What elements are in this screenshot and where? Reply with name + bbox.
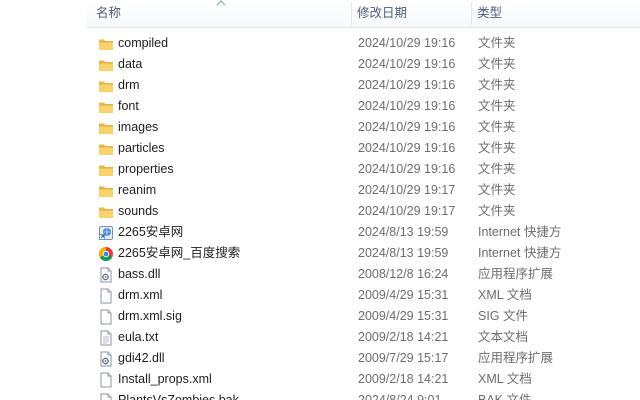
- column-divider[interactable]: [351, 2, 352, 25]
- file-type: SIG 文件: [478, 309, 529, 323]
- file-row[interactable]: drm.xml.sig 2009/4/29 15:31 SIG 文件: [86, 306, 640, 327]
- file-row[interactable]: gdi42.dll 2009/7/29 15:17 应用程序扩展: [86, 348, 640, 369]
- internet-shortcut-icon: [98, 225, 114, 241]
- file-name: reanim: [118, 183, 157, 197]
- file-modified-date: 2024/10/29 19:16: [358, 120, 456, 134]
- folder-icon: [98, 57, 114, 73]
- file-name: font: [118, 99, 139, 113]
- file-modified-date: 2009/2/18 14:21: [358, 372, 449, 386]
- folder-icon: [98, 204, 114, 220]
- folder-icon: [98, 183, 114, 199]
- file-modified-date: 2024/10/29 19:16: [358, 141, 456, 155]
- column-header: 名称 修改日期 类型: [86, 0, 640, 28]
- file-row[interactable]: font 2024/10/29 19:16 文件夹: [86, 96, 640, 117]
- sort-ascending-icon: [216, 0, 226, 6]
- blank-file-icon: [98, 393, 114, 400]
- dll-file-icon: [98, 267, 114, 283]
- file-row[interactable]: drm.xml 2009/4/29 15:31 XML 文档: [86, 285, 640, 306]
- file-row[interactable]: images 2024/10/29 19:16 文件夹: [86, 117, 640, 138]
- file-name: 2265安卓网: [118, 225, 184, 239]
- file-type: 文件夹: [478, 183, 516, 197]
- folder-icon: [98, 99, 114, 115]
- file-name: images: [118, 120, 159, 134]
- file-row[interactable]: PlantsVsZombies.bak 2024/8/24 9:01 BAK 文件: [86, 390, 640, 400]
- column-header-type[interactable]: 类型: [477, 0, 567, 27]
- file-name: PlantsVsZombies.bak: [118, 393, 239, 400]
- file-row[interactable]: Install_props.xml 2009/2/18 14:21 XML 文档: [86, 369, 640, 390]
- file-type: 文件夹: [478, 141, 516, 155]
- dll-file-icon: [98, 351, 114, 367]
- file-type: 文件夹: [478, 57, 516, 71]
- file-row[interactable]: 2265安卓网_百度搜索 2024/8/13 19:59 Internet 快捷方: [86, 243, 640, 264]
- file-modified-date: 2009/4/29 15:31: [358, 288, 449, 302]
- text-file-icon: [98, 330, 114, 346]
- file-type: 文件夹: [478, 204, 516, 218]
- file-type: Internet 快捷方: [478, 225, 562, 239]
- file-type: XML 文档: [478, 288, 532, 302]
- file-name: compiled: [118, 36, 169, 50]
- file-name: bass.dll: [118, 267, 161, 281]
- file-name: data: [118, 57, 143, 71]
- column-header-date[interactable]: 修改日期: [357, 0, 467, 27]
- file-row[interactable]: data 2024/10/29 19:16 文件夹: [86, 54, 640, 75]
- file-row[interactable]: drm 2024/10/29 19:16 文件夹: [86, 75, 640, 96]
- file-name: sounds: [118, 204, 159, 218]
- file-modified-date: 2009/2/18 14:21: [358, 330, 449, 344]
- file-name: drm: [118, 78, 140, 92]
- folder-icon: [98, 78, 114, 94]
- chrome-shortcut-icon: [98, 246, 114, 262]
- file-modified-date: 2024/10/29 19:16: [358, 99, 456, 113]
- folder-icon: [98, 162, 114, 178]
- document-icon: [98, 372, 114, 388]
- file-type: Internet 快捷方: [478, 246, 562, 260]
- file-row[interactable]: sounds 2024/10/29 19:17 文件夹: [86, 201, 640, 222]
- file-modified-date: 2008/12/8 16:24: [358, 267, 449, 281]
- file-modified-date: 2024/10/29 19:17: [358, 204, 456, 218]
- file-type: 文件夹: [478, 120, 516, 134]
- document-icon: [98, 288, 114, 304]
- file-type: 应用程序扩展: [478, 267, 554, 281]
- file-modified-date: 2024/10/29 19:16: [358, 78, 456, 92]
- file-modified-date: 2024/10/29 19:17: [358, 183, 456, 197]
- folder-icon: [98, 141, 114, 157]
- folder-icon: [98, 120, 114, 136]
- file-row[interactable]: eula.txt 2009/2/18 14:21 文本文档: [86, 327, 640, 348]
- file-type: 文件夹: [478, 99, 516, 113]
- file-modified-date: 2024/10/29 19:16: [358, 36, 456, 50]
- file-type: BAK 文件: [478, 393, 532, 400]
- file-name: drm.xml.sig: [118, 309, 182, 323]
- file-type: 文件夹: [478, 78, 516, 92]
- file-row[interactable]: 2265安卓网 2024/8/13 19:59 Internet 快捷方: [86, 222, 640, 243]
- folder-icon: [98, 36, 114, 52]
- file-modified-date: 2024/8/24 9:01: [358, 393, 442, 400]
- file-name: eula.txt: [118, 330, 159, 344]
- file-modified-date: 2024/8/13 19:59: [358, 225, 449, 239]
- file-list-pane: 名称 修改日期 类型 compiled 2024/10/29 19:16 文件夹 da…: [86, 0, 640, 400]
- file-type: 文件夹: [478, 36, 516, 50]
- file-modified-date: 2009/7/29 15:17: [358, 351, 449, 365]
- blank-file-icon: [98, 309, 114, 325]
- file-type: 应用程序扩展: [478, 351, 554, 365]
- file-row[interactable]: compiled 2024/10/29 19:16 文件夹: [86, 33, 640, 54]
- file-type: 文件夹: [478, 162, 516, 176]
- file-name: drm.xml: [118, 288, 163, 302]
- file-type: 文本文档: [478, 330, 529, 344]
- file-list: compiled 2024/10/29 19:16 文件夹 data 2024/10/2…: [86, 33, 640, 400]
- file-name: Install_props.xml: [118, 372, 212, 386]
- file-name: particles: [118, 141, 165, 155]
- file-modified-date: 2009/4/29 15:31: [358, 309, 449, 323]
- file-name: gdi42.dll: [118, 351, 165, 365]
- file-modified-date: 2024/8/13 19:59: [358, 246, 449, 260]
- file-name: 2265安卓网_百度搜索: [118, 246, 241, 260]
- file-row[interactable]: particles 2024/10/29 19:16 文件夹: [86, 138, 640, 159]
- file-row[interactable]: properties 2024/10/29 19:16 文件夹: [86, 159, 640, 180]
- file-row[interactable]: bass.dll 2008/12/8 16:24 应用程序扩展: [86, 264, 640, 285]
- file-modified-date: 2024/10/29 19:16: [358, 162, 456, 176]
- file-modified-date: 2024/10/29 19:16: [358, 57, 456, 71]
- file-row[interactable]: reanim 2024/10/29 19:17 文件夹: [86, 180, 640, 201]
- file-name: properties: [118, 162, 174, 176]
- column-divider[interactable]: [471, 2, 472, 25]
- file-type: XML 文档: [478, 372, 532, 386]
